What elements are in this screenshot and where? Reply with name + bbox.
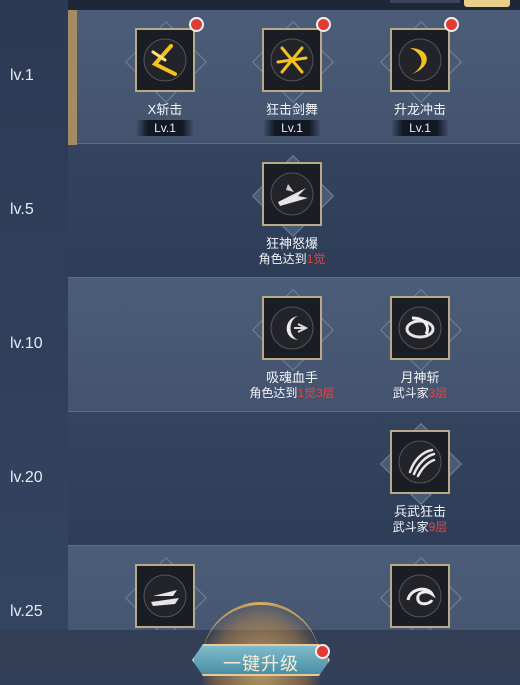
- skill-x-slash[interactable]: X斩击 Lv.1: [115, 17, 215, 137]
- skill-requirement: 角色达到1觉3层: [249, 386, 335, 400]
- skill-name: 狂神怒爆: [265, 236, 318, 251]
- skill-requirement: 武斗家3层: [392, 386, 448, 400]
- skill-requirement: 武斗家9层: [392, 520, 448, 534]
- moon-slash-icon: [398, 306, 442, 350]
- level-label-1: lv.1: [10, 67, 34, 84]
- skill-frenzy-dance[interactable]: 狂击剑舞 Lv.1: [242, 17, 342, 137]
- skill-requirement: 角色达到1觉: [258, 252, 326, 266]
- level-label-20: lv.20: [10, 469, 43, 486]
- skill-name: 兵武狂击: [393, 504, 446, 519]
- red-badge: [316, 17, 331, 32]
- skill-moon-slash[interactable]: 月神斩 武斗家3层: [370, 288, 470, 401]
- skill-name: X斩击: [147, 102, 183, 117]
- skill-wrath-burst[interactable]: 狂神怒爆 角色达到1觉: [242, 154, 342, 267]
- one-click-upgrade-button[interactable]: 一键升级: [192, 602, 330, 685]
- skill-name: 升龙冲击: [393, 102, 446, 117]
- frenzy-dance-icon: [270, 38, 314, 82]
- upgrade-button-label: 一键升级: [223, 654, 299, 675]
- skill-level: Lv.1: [136, 120, 194, 136]
- skill-level: Lv.1: [263, 120, 321, 136]
- x-slash-icon: [143, 38, 187, 82]
- skill-level: Lv.1: [391, 120, 449, 136]
- skill-wing-blade[interactable]: [115, 556, 215, 640]
- skill-name: 月神斩: [400, 370, 440, 385]
- level-label-25: lv.25: [10, 603, 43, 620]
- vortex-icon: [398, 574, 442, 618]
- weapon-strike-icon: [398, 440, 442, 484]
- rising-dragon-icon: [398, 38, 442, 82]
- top-strip: [68, 0, 520, 10]
- level-label-10: lv.10: [10, 335, 43, 352]
- skill-soul-hand[interactable]: 吸魂血手 角色达到1觉3层: [242, 288, 342, 401]
- skill-weapon-strike[interactable]: 兵武狂击 武斗家9层: [370, 422, 470, 535]
- skill-vortex[interactable]: [370, 556, 470, 640]
- selected-tier-marker: [68, 10, 77, 145]
- skill-name: 狂击剑舞: [265, 102, 318, 117]
- skill-rising-dragon[interactable]: 升龙冲击 Lv.1: [370, 17, 470, 137]
- wrath-burst-icon: [270, 172, 314, 216]
- red-badge: [444, 17, 459, 32]
- currency-pill: [464, 0, 510, 7]
- level-label-5: lv.5: [10, 201, 34, 218]
- red-badge: [189, 17, 204, 32]
- wing-blade-icon: [143, 574, 187, 618]
- skill-name: 吸魂血手: [265, 370, 318, 385]
- red-badge: [315, 644, 330, 659]
- soul-hand-icon: [270, 306, 314, 350]
